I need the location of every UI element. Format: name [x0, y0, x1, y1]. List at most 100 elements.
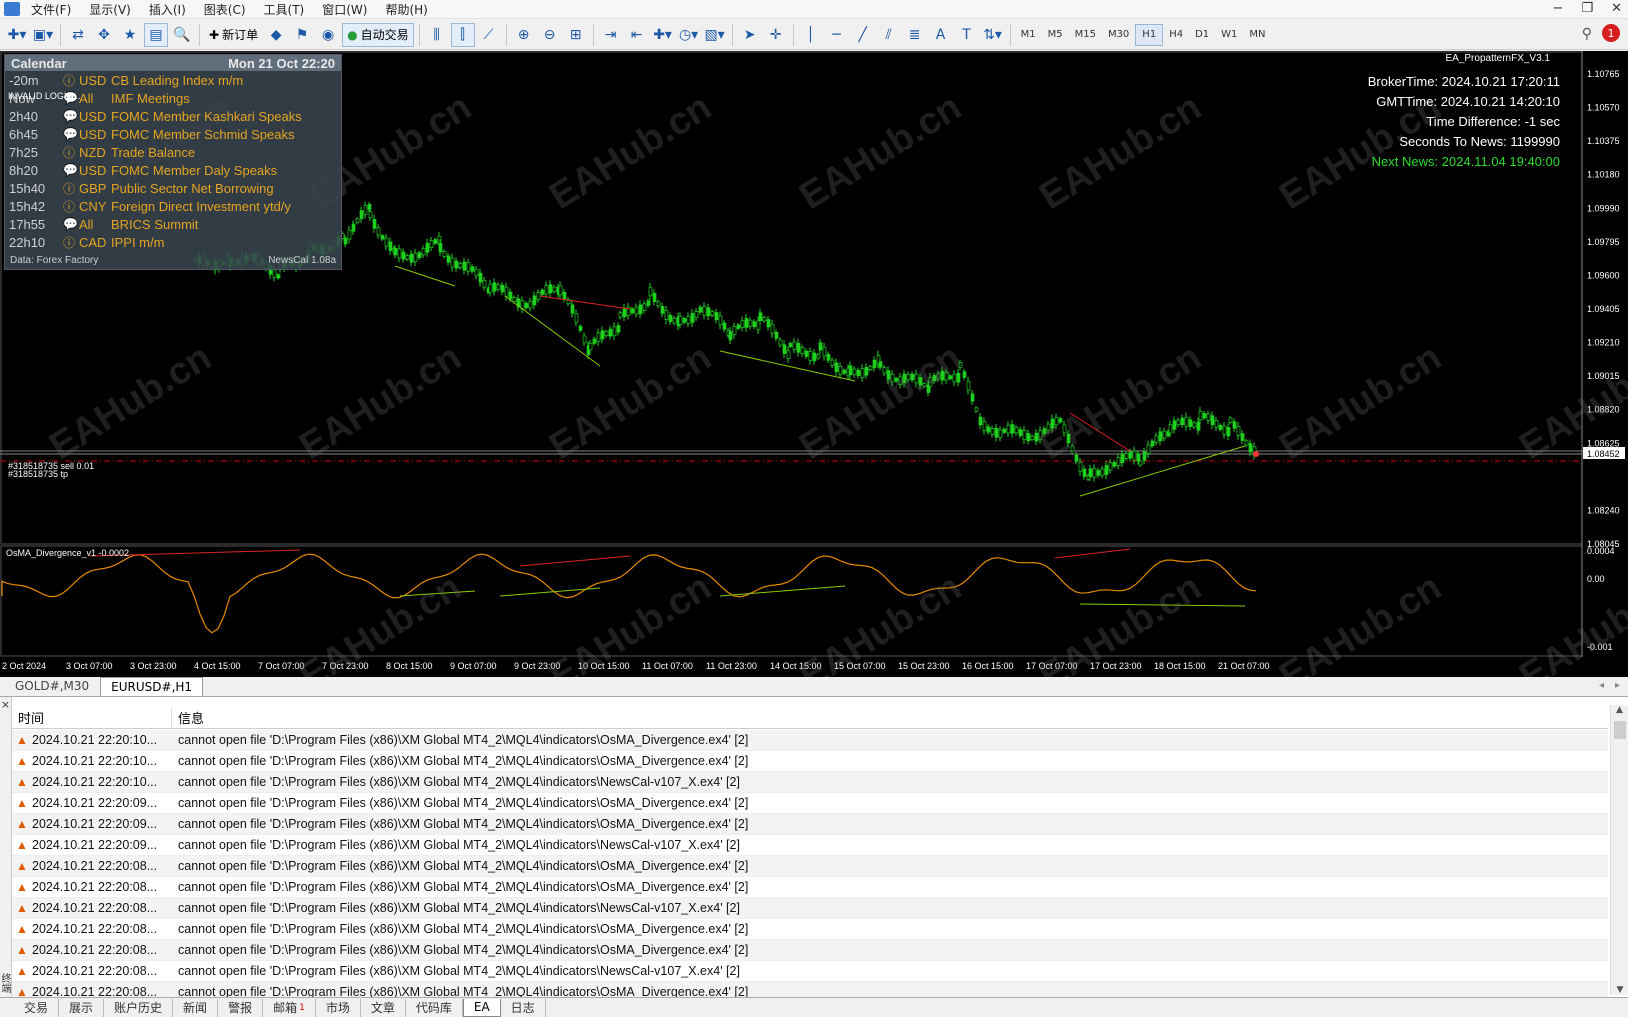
journal-row[interactable]: ▲ 2024.10.21 22:20:08... cannot open file … [12, 877, 1608, 898]
restore-icon[interactable]: ❐ [1581, 1, 1593, 16]
column-message[interactable]: 信息 [172, 708, 204, 727]
terminal-tab[interactable]: 代码库 [406, 998, 463, 1017]
minimize-icon[interactable]: − [1553, 1, 1564, 16]
timeframe-w1[interactable]: W1 [1215, 24, 1243, 46]
scroll-up-icon[interactable]: ▲ [1611, 705, 1628, 715]
search-icon[interactable]: ⚲ [1582, 26, 1592, 42]
time-tick-label: 10 Oct 15:00 [578, 661, 630, 671]
scroll-thumb[interactable] [1614, 721, 1626, 739]
data-window-icon[interactable]: ✥ [92, 23, 116, 47]
warning-icon: ▲ [16, 880, 28, 894]
terminal-tab[interactable]: 邮箱 1 [263, 998, 316, 1017]
navigator-icon[interactable]: ★ [118, 23, 142, 47]
timeframe-h4[interactable]: H4 [1163, 24, 1189, 46]
community-icon[interactable]: ⚑ [290, 23, 314, 47]
bar-chart-icon[interactable]: ⫼ [425, 23, 449, 47]
chart-tab-gold[interactable]: GOLD#,M30 [4, 676, 100, 696]
journal-row-message: cannot open file 'D:\Program Files (x86)… [178, 964, 740, 978]
tester-icon[interactable]: 🔍 [170, 23, 194, 47]
menu-insert[interactable]: 插入(I) [140, 1, 195, 18]
arrows-icon[interactable]: ⇅▾ [981, 23, 1005, 47]
close-icon[interactable]: ✕ [1611, 1, 1622, 16]
terminal-tabs: 交易 展示 账户历史 新闻 警报 邮箱 1 市场 文章 代码库 EA 日志 [0, 997, 1628, 1017]
trendline-icon[interactable]: ╱ [851, 23, 875, 47]
journal-row[interactable]: ▲ 2024.10.21 22:20:09... cannot open file … [12, 814, 1608, 835]
text-label-icon[interactable]: T [955, 23, 979, 47]
terminal-tab[interactable]: 警报 [218, 998, 264, 1017]
terminal-tab-label: 警报 [228, 1001, 253, 1015]
zoom-in-icon[interactable]: ⊕ [512, 23, 536, 47]
timeframe-m5[interactable]: M5 [1042, 24, 1069, 46]
timeframe-m1[interactable]: M1 [1015, 24, 1042, 46]
terminal-icon[interactable]: ▤ [144, 22, 168, 47]
terminal-close-icon[interactable]: × [0, 698, 11, 711]
journal-row[interactable]: ▲ 2024.10.21 22:20:10... cannot open file … [12, 730, 1608, 751]
chart-shift-icon[interactable]: ⇤ [625, 23, 649, 47]
tab-scroll-left-icon[interactable]: ◂ [1599, 680, 1604, 691]
journal-row[interactable]: ▲ 2024.10.21 22:20:08... cannot open file … [12, 961, 1608, 982]
timeframe-mn[interactable]: MN [1243, 24, 1271, 46]
menu-tools[interactable]: 工具(T) [255, 1, 314, 18]
journal-row[interactable]: ▲ 2024.10.21 22:20:10... cannot open file … [12, 772, 1608, 793]
market-watch-icon[interactable]: ⇄ [66, 23, 90, 47]
terminal-tab[interactable]: 市场 [316, 998, 361, 1017]
new-order-button[interactable]: ✚ 新订单 [205, 23, 262, 47]
tile-windows-icon[interactable]: ⊞ [564, 23, 588, 47]
menu-view[interactable]: 显示(V) [80, 1, 140, 18]
new-chart-icon[interactable]: ✚▾ [5, 23, 29, 47]
terminal-tab[interactable]: 交易 [14, 998, 60, 1017]
menu-file[interactable]: 文件(F) [22, 1, 80, 18]
time-tick-label: 16 Oct 15:00 [962, 661, 1014, 671]
journal-row[interactable]: ▲ 2024.10.21 22:20:10... cannot open file … [12, 751, 1608, 772]
terminal-tab[interactable]: 展示 [59, 998, 105, 1017]
metaeditor-icon[interactable]: ◆ [264, 23, 288, 47]
tab-scroll-right-icon[interactable]: ▸ [1615, 680, 1620, 691]
journal-row[interactable]: ▲ 2024.10.21 22:20:08... cannot open file … [12, 856, 1608, 877]
menu-window[interactable]: 窗口(W) [313, 1, 376, 18]
timeframe-h1[interactable]: H1 [1135, 23, 1164, 46]
journal-row[interactable]: ▲ 2024.10.21 22:20:08... cannot open file … [12, 919, 1608, 940]
cursor-icon[interactable]: ➤ [738, 23, 762, 47]
timeframe-m15[interactable]: M15 [1069, 24, 1102, 46]
equidistant-channel-icon[interactable]: ⫽ [877, 23, 901, 47]
terminal-tab[interactable]: 日志 [501, 998, 546, 1017]
autoscroll-icon[interactable]: ⇥ [599, 23, 623, 47]
scroll-down-icon[interactable]: ▼ [1611, 985, 1628, 995]
terminal-tab-label: 账户历史 [114, 1001, 163, 1015]
vertical-line-icon[interactable]: │ [799, 23, 823, 47]
crosshair-icon[interactable]: ✛ [764, 23, 788, 47]
chart-tab-eurusd[interactable]: EURUSD#,H1 [100, 677, 204, 696]
horizontal-line-icon[interactable]: ─ [825, 23, 849, 47]
journal-row[interactable]: ▲ 2024.10.21 22:20:08... cannot open file … [12, 940, 1608, 961]
fibonacci-icon[interactable]: ≣ [903, 23, 927, 47]
calendar-row-currency: USD [79, 126, 107, 142]
auto-trading-button[interactable]: ● 自动交易 [342, 22, 414, 47]
journal-row[interactable]: ▲ 2024.10.21 22:20:08... cannot open file … [12, 898, 1608, 919]
candle-body [1132, 450, 1137, 461]
candle-body [690, 313, 695, 323]
price-chart[interactable]: 1.10765 1.10570 1.10375 1.10180 1.09990 1.097… [0, 51, 1628, 677]
journal-row[interactable]: ▲ 2024.10.21 22:20:09... cannot open file … [12, 835, 1608, 856]
notification-icon[interactable]: 1 [1602, 24, 1620, 42]
terminal-tab[interactable]: 账户历史 [104, 998, 174, 1017]
journal-row[interactable]: ▲ 2024.10.21 22:20:09... cannot open file … [12, 793, 1608, 814]
candle-body [1014, 427, 1019, 434]
periods-icon[interactable]: ◷▾ [677, 23, 701, 47]
indicators-icon[interactable]: ✚▾ [651, 23, 675, 47]
timeframe-m30[interactable]: M30 [1102, 24, 1135, 46]
terminal-tab[interactable]: 新闻 [173, 998, 219, 1017]
menu-charts[interactable]: 图表(C) [195, 1, 255, 18]
terminal-tab[interactable]: 文章 [361, 998, 406, 1017]
column-time[interactable]: 时间 [12, 708, 172, 727]
templates-icon[interactable]: ▧▾ [703, 23, 727, 47]
journal-scrollbar[interactable]: ▲ ▼ [1610, 705, 1628, 995]
terminal-tab[interactable]: EA [462, 998, 501, 1017]
text-icon[interactable]: A [929, 23, 953, 47]
menu-help[interactable]: 帮助(H) [376, 1, 436, 18]
candlestick-icon[interactable]: ⫿ [450, 22, 475, 47]
signals-icon[interactable]: ◉ [316, 23, 340, 47]
timeframe-d1[interactable]: D1 [1189, 24, 1215, 46]
line-chart-icon[interactable]: ⟋ [477, 23, 501, 47]
zoom-out-icon[interactable]: ⊖ [538, 23, 562, 47]
profiles-icon[interactable]: ▣▾ [31, 23, 55, 47]
